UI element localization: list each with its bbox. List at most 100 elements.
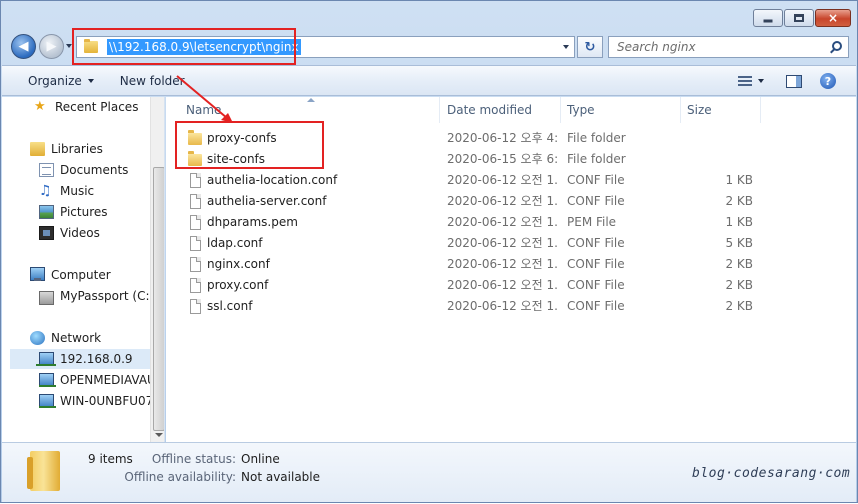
file-icon [190,194,201,209]
offline-status-value: Online [241,452,280,466]
file-type: CONF File [567,257,625,271]
file-name: authelia-location.conf [207,173,338,187]
column-header-type[interactable]: Type [561,97,681,123]
column-label: Type [567,103,595,117]
sidebar-scrollbar[interactable] [150,97,164,442]
sidebar-item-label: Music [60,184,95,198]
column-header-size[interactable]: Size [681,97,761,123]
column-label: Name [186,103,222,117]
sidebar-item-videos[interactable]: Videos [39,223,164,243]
details-pane: 9 items Offline status: Online Offline a… [2,442,856,502]
refresh-button[interactable]: ↻ [577,36,603,58]
scroll-down-icon[interactable] [155,433,163,437]
view-dropdown-icon[interactable] [758,79,764,83]
file-icon [190,173,201,188]
sidebar-item-label: Network [51,331,102,345]
file-size: 2 KB [725,257,753,271]
preview-pane-icon[interactable] [786,74,802,88]
file-date: 2020-06-12 오전 1... [447,299,559,313]
forward-button[interactable]: ▶ [39,34,64,59]
sidebar-item-libraries[interactable]: Libraries [30,139,164,159]
sidebar-item-pictures[interactable]: Pictures [39,202,164,222]
sidebar-item-documents[interactable]: Documents [39,160,164,180]
sidebar-item-label: Videos [60,226,100,240]
file-name: dhparams.pem [207,215,298,229]
offline-availability-label: Offline availability: [124,470,236,484]
recent-places-icon: ★ [34,99,46,114]
file-size: 1 KB [725,173,753,187]
file-row[interactable]: ldap.conf 2020-06-12 오전 1... CONF File 5… [166,233,856,254]
network-computer-icon [39,394,56,408]
file-type: PEM File [567,215,617,229]
change-view-icon[interactable] [738,75,752,87]
scrollbar-thumb[interactable] [153,167,164,431]
maximize-icon [794,14,804,22]
close-icon: × [827,11,839,25]
sidebar-item-label: WIN-0UNBFU07E [60,394,150,408]
minimize-icon [763,19,773,23]
sidebar-item-label: OPENMEDIAVAU [60,373,150,387]
back-button[interactable]: ◀ [11,34,36,59]
computer-icon [30,267,45,281]
sidebar-item-openmediavault[interactable]: OPENMEDIAVAU [39,370,150,390]
sidebar-item-music[interactable]: ♫ Music [39,181,164,201]
organize-button[interactable]: Organize [22,74,100,88]
maximize-button[interactable] [784,9,814,27]
search-placeholder: Search nginx [617,40,696,54]
file-name: nginx.conf [207,257,270,271]
sidebar-item-win-0unbfu07e[interactable]: WIN-0UNBFU07E [39,391,150,411]
search-input[interactable]: Search nginx [608,36,849,58]
sidebar-item-192-168-0-9[interactable]: 192.168.0.9 [10,349,150,369]
file-date: 2020-06-12 오전 1... [447,173,559,187]
forward-arrow-icon: ▶ [46,39,57,54]
column-header-name[interactable]: Name [180,97,440,123]
sidebar-item-label: 192.168.0.9 [60,352,133,366]
file-name: ldap.conf [207,236,263,250]
sidebar-item-mypassport[interactable]: MyPassport (C:) [39,286,164,306]
column-label: Date modified [447,103,533,117]
sidebar-item-network[interactable]: Network [30,328,164,348]
videos-icon [39,226,54,240]
search-icon[interactable] [832,41,842,51]
file-row[interactable]: authelia-server.conf 2020-06-12 오전 1... … [166,191,856,212]
file-size: 1 KB [725,215,753,229]
network-icon [30,331,45,345]
column-header-date[interactable]: Date modified [441,97,561,123]
file-type: File folder [567,152,626,166]
file-row[interactable]: nginx.conf 2020-06-12 오전 1... CONF File … [166,254,856,275]
new-folder-button[interactable]: New folder [114,74,191,88]
file-date: 2020-06-12 오전 1... [447,257,559,271]
file-size: 2 KB [725,278,753,292]
file-date: 2020-06-12 오전 1... [447,278,559,292]
sidebar-item-label: Pictures [60,205,108,219]
file-row[interactable]: dhparams.pem 2020-06-12 오전 1... PEM File… [166,212,856,233]
file-row[interactable]: proxy.conf 2020-06-12 오전 1... CONF File … [166,275,856,296]
folder-icon [27,451,60,491]
network-computer-icon [39,373,56,387]
file-name: authelia-server.conf [207,194,327,208]
sidebar-item-label: Libraries [51,142,103,156]
sidebar-item-recent-places[interactable]: ★ Recent Places [34,97,164,117]
file-icon [190,299,201,314]
file-date: 2020-06-12 오후 4:... [447,131,559,145]
drive-icon [39,290,54,305]
file-name: proxy.conf [207,278,269,292]
file-row[interactable]: authelia-location.conf 2020-06-12 오전 1..… [166,170,856,191]
command-bar: Organize New folder ? [2,65,856,96]
close-button[interactable]: × [815,9,851,27]
address-dropdown-icon[interactable] [563,45,569,49]
pictures-icon [39,205,54,219]
file-type: CONF File [567,194,625,208]
file-size: 2 KB [725,194,753,208]
file-row[interactable]: ssl.conf 2020-06-12 오전 1... CONF File 2 … [166,296,856,317]
music-icon: ♫ [39,183,52,199]
organize-label: Organize [28,73,82,88]
file-type: CONF File [567,299,625,313]
help-icon[interactable]: ? [820,73,836,89]
file-type: CONF File [567,278,625,292]
sidebar-item-computer[interactable]: Computer [30,265,164,285]
minimize-button[interactable] [753,9,783,27]
file-date: 2020-06-12 오전 1... [447,194,559,208]
folders-highlight-box [175,121,324,169]
libraries-icon [30,142,45,156]
